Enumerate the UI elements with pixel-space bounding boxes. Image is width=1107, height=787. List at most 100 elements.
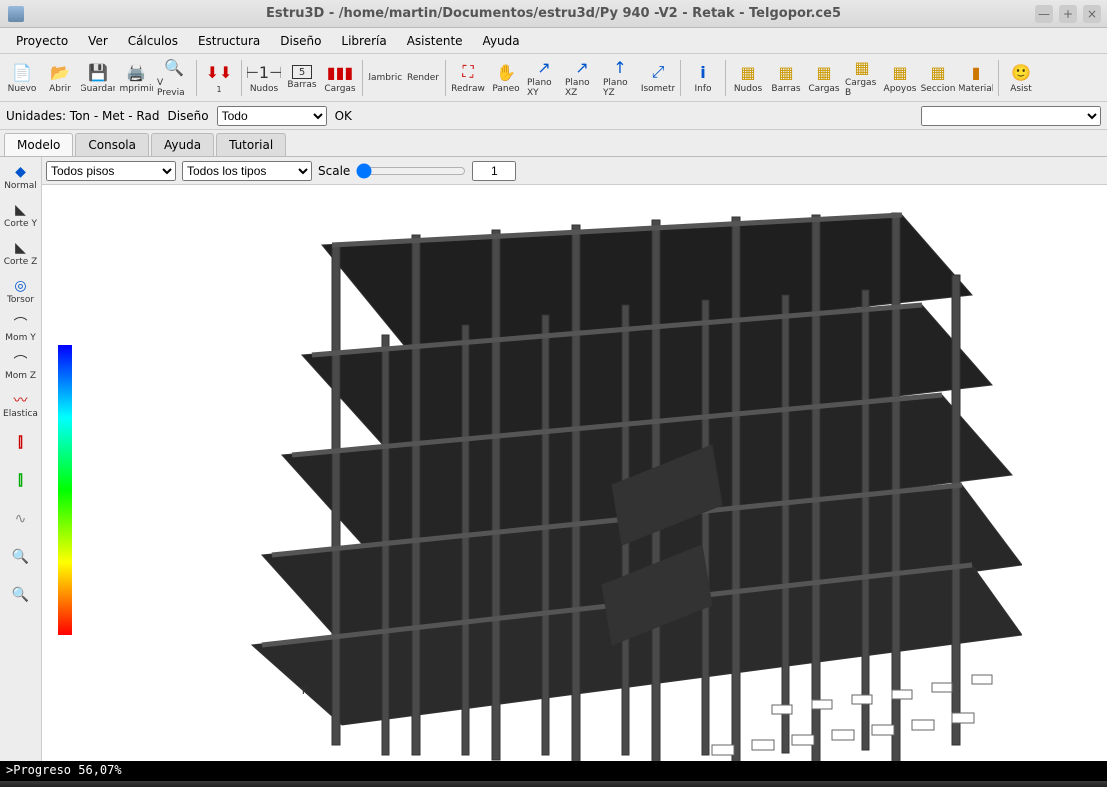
render-button[interactable]: Render	[405, 57, 441, 99]
alambrico-label: Alambrico	[367, 73, 403, 83]
grid4-icon: ▦	[851, 58, 873, 77]
nudos-button[interactable]: ⊢1⊣Nudos	[246, 57, 282, 99]
menu-diseno[interactable]: Diseño	[270, 28, 331, 53]
loads-sub: 1	[216, 85, 221, 94]
maximize-button[interactable]: +	[1059, 5, 1077, 23]
info-button[interactable]: iInfo	[685, 57, 721, 99]
tool-c-icon: ∿	[10, 510, 32, 528]
right-select[interactable]	[921, 106, 1101, 126]
seccion-label: Seccion	[921, 84, 956, 94]
pan-icon: ✋	[495, 61, 517, 83]
paneo-button[interactable]: ✋Paneo	[488, 57, 524, 99]
scale-input[interactable]	[472, 161, 516, 181]
menu-calculos[interactable]: Cálculos	[118, 28, 188, 53]
info-icon: i	[692, 61, 714, 83]
minimize-button[interactable]: —	[1035, 5, 1053, 23]
guardar-button[interactable]: 💾Guardar	[80, 57, 116, 99]
abrir-label: Abrir	[49, 84, 71, 94]
tool-b-icon: ⫿	[10, 472, 32, 490]
tool-b-button[interactable]: ⫿	[2, 463, 40, 499]
menu-ayuda[interactable]: Ayuda	[473, 28, 530, 53]
open-icon: 📂	[49, 61, 71, 83]
elastica-button[interactable]: 〰Elastica	[2, 387, 40, 423]
asist-button[interactable]: 🙂Asist	[1003, 57, 1039, 99]
nudos2-label: Nudos	[734, 84, 762, 94]
viewport-3d[interactable]: Y	[42, 185, 1107, 761]
alambrico-button[interactable]: Alambrico	[367, 57, 403, 99]
loads-button1[interactable]: ⬇⬇1	[201, 57, 237, 99]
tab-consola[interactable]: Consola	[75, 133, 149, 156]
app-icon	[8, 6, 24, 22]
menu-libreria[interactable]: Librería	[331, 28, 396, 53]
cargas2-button[interactable]: ▦Cargas	[806, 57, 842, 99]
cargasb-label: Cargas B	[845, 78, 879, 98]
diseno-select[interactable]: Todo	[217, 106, 327, 126]
redraw-button[interactable]: ⛶Redraw	[450, 57, 486, 99]
imprimir-button[interactable]: 🖨️Imprimir	[118, 57, 154, 99]
iso-label: Isometr	[641, 84, 675, 94]
grid6-icon: ▦	[927, 61, 949, 83]
building-model	[152, 185, 1022, 761]
asist-icon: 🙂	[1010, 61, 1032, 83]
seccion-button[interactable]: ▦Seccion	[920, 57, 956, 99]
momz-button[interactable]: ⌒Mom Z	[2, 349, 40, 385]
cargasb-button[interactable]: ▦Cargas B	[844, 57, 880, 99]
paneo-label: Paneo	[492, 84, 519, 94]
unidades-label: Unidades: Ton - Met - Rad	[6, 109, 159, 123]
abrir-button[interactable]: 📂Abrir	[42, 57, 78, 99]
momy-label: Mom Y	[5, 333, 35, 343]
torsor-button[interactable]: ◎Torsor	[2, 273, 40, 309]
normal-button[interactable]: ◆Normal	[2, 159, 40, 195]
bottom-edge	[0, 781, 1107, 787]
tool-c-button[interactable]: ∿	[2, 501, 40, 537]
menu-ver[interactable]: Ver	[78, 28, 118, 53]
isometrica-button[interactable]: ⤢Isometr	[640, 57, 676, 99]
nudos2-button[interactable]: ▦Nudos	[730, 57, 766, 99]
material-button[interactable]: ▮Material	[958, 57, 994, 99]
info-label: Info	[694, 84, 711, 94]
menu-asistente[interactable]: Asistente	[397, 28, 473, 53]
cortey-button[interactable]: ◣Corte Y	[2, 197, 40, 233]
bars-icon: 5	[292, 65, 312, 79]
barras-button[interactable]: 5Barras	[284, 57, 320, 99]
tab-modelo[interactable]: Modelo	[4, 133, 73, 156]
momy-button[interactable]: ⌒Mom Y	[2, 311, 40, 347]
status-text: >Progreso 56,07%	[6, 763, 122, 777]
apoyos-button[interactable]: ▦Apoyos	[882, 57, 918, 99]
tab-ayuda[interactable]: Ayuda	[151, 133, 214, 156]
planoyz-label: Plano YZ	[603, 78, 637, 98]
zoom-out-icon: 🔍	[10, 586, 32, 604]
separator	[998, 60, 999, 96]
vprevia-button[interactable]: 🔍V Previa	[156, 57, 192, 99]
torsor-icon: ◎	[10, 277, 32, 295]
close-button[interactable]: ×	[1083, 5, 1101, 23]
planoxy-label: Plano XY	[527, 78, 561, 98]
tipos-select[interactable]: Todos los tipos	[182, 161, 312, 181]
zoom-in-button[interactable]: 🔍	[2, 539, 40, 575]
planoxz-button[interactable]: ↗Plano XZ	[564, 57, 600, 99]
pisos-select[interactable]: Todos pisos	[46, 161, 176, 181]
main-toolbar: 📄Nuevo 📂Abrir 💾Guardar 🖨️Imprimir 🔍V Pre…	[0, 54, 1107, 102]
zoom-in-icon: 🔍	[10, 548, 32, 566]
tab-tutorial[interactable]: Tutorial	[216, 133, 286, 156]
zoom-out-button[interactable]: 🔍	[2, 577, 40, 613]
menu-proyecto[interactable]: Proyecto	[6, 28, 78, 53]
grid5-icon: ▦	[889, 61, 911, 83]
cortez-button[interactable]: ◣Corte Z	[2, 235, 40, 271]
preview-icon: 🔍	[163, 58, 185, 77]
nuevo-button[interactable]: 📄Nuevo	[4, 57, 40, 99]
nuevo-label: Nuevo	[8, 84, 37, 94]
tool-a-button[interactable]: ⫿	[2, 425, 40, 461]
menu-estructura[interactable]: Estructura	[188, 28, 270, 53]
options-bar: Todos pisos Todos los tipos Scale	[42, 157, 1107, 185]
barras2-button[interactable]: ▦Barras	[768, 57, 804, 99]
main-panel: Todos pisos Todos los tipos Scale	[42, 157, 1107, 761]
planoxy-button[interactable]: ↗Plano XY	[526, 57, 562, 99]
cortez-icon: ◣	[10, 239, 32, 257]
render-label: Render	[407, 73, 439, 83]
cortey-label: Corte Y	[4, 219, 37, 229]
cargas-button[interactable]: ▮▮▮Cargas	[322, 57, 358, 99]
planoyz-button[interactable]: ↑Plano YZ	[602, 57, 638, 99]
separator	[725, 60, 726, 96]
scale-slider[interactable]	[356, 163, 466, 179]
